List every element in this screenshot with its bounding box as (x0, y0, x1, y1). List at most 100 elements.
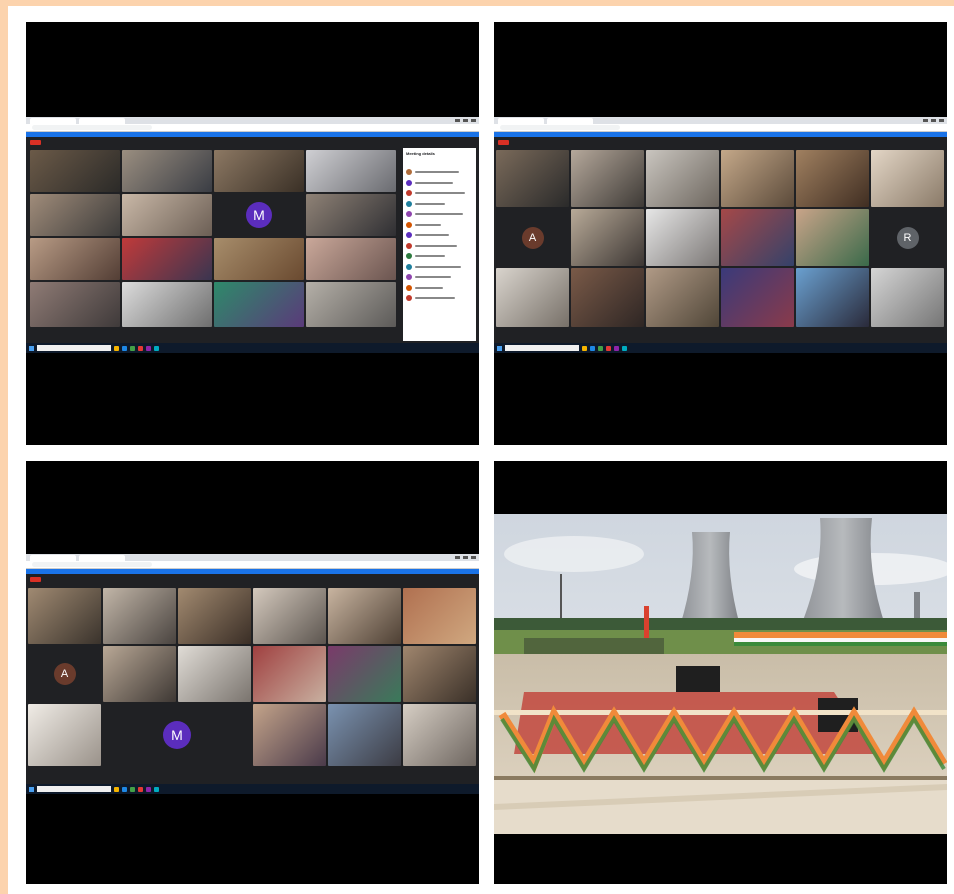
taskbar-app-icon[interactable] (154, 786, 159, 792)
video-tile[interactable] (328, 588, 401, 644)
windows-start-icon[interactable] (29, 345, 34, 351)
video-tile[interactable] (796, 268, 869, 327)
video-tile[interactable] (122, 150, 212, 192)
video-tile[interactable] (214, 238, 304, 280)
url-field[interactable] (32, 562, 152, 567)
video-tile[interactable] (403, 704, 476, 766)
address-bar[interactable] (26, 561, 479, 569)
video-tile[interactable] (306, 238, 396, 280)
taskbar-app-icon[interactable] (130, 345, 135, 351)
participant-row[interactable] (406, 283, 473, 294)
video-tile[interactable] (403, 588, 476, 644)
video-tile[interactable] (646, 150, 719, 207)
video-tile[interactable]: A (496, 209, 569, 266)
url-field[interactable] (32, 125, 152, 130)
windows-start-icon[interactable] (497, 345, 502, 351)
video-tile[interactable] (253, 646, 326, 702)
video-tile[interactable] (30, 282, 120, 327)
taskbar-app-icon[interactable] (590, 345, 595, 351)
video-tile[interactable] (328, 704, 401, 766)
windows-start-icon[interactable] (29, 786, 34, 792)
video-tile[interactable] (103, 646, 176, 702)
video-tile[interactable] (646, 268, 719, 327)
video-tile[interactable] (214, 282, 304, 327)
video-tile[interactable] (253, 588, 326, 644)
taskbar-app-icon[interactable] (146, 345, 151, 351)
video-tile[interactable] (30, 150, 120, 192)
record-icon[interactable] (30, 140, 41, 145)
browser-tab[interactable] (498, 117, 544, 124)
taskbar-app-icon[interactable] (622, 345, 627, 351)
video-tile[interactable]: R (871, 209, 944, 266)
record-icon[interactable] (30, 577, 41, 582)
participant-row[interactable] (406, 199, 473, 210)
video-tile[interactable] (721, 268, 794, 327)
taskbar-app-icon[interactable] (146, 786, 151, 792)
video-tile[interactable] (571, 150, 644, 207)
taskbar-search[interactable] (37, 345, 111, 351)
video-tile[interactable] (721, 209, 794, 266)
video-tile[interactable] (28, 704, 101, 766)
url-field[interactable] (500, 125, 620, 130)
video-tile[interactable] (328, 646, 401, 702)
taskbar-app-icon[interactable] (154, 345, 159, 351)
video-tile[interactable] (306, 150, 396, 192)
video-tile[interactable] (871, 268, 944, 327)
video-tile[interactable] (253, 704, 326, 766)
participant-row[interactable] (406, 293, 473, 304)
window-controls[interactable] (455, 556, 479, 559)
video-tile[interactable] (30, 194, 120, 236)
video-tile[interactable] (646, 209, 719, 266)
sidebar-tabs[interactable] (406, 159, 473, 167)
participant-row[interactable] (406, 251, 473, 262)
window-controls[interactable] (455, 119, 479, 122)
address-bar[interactable] (494, 124, 947, 132)
browser-tab[interactable] (30, 117, 76, 124)
taskbar-app-icon[interactable] (606, 345, 611, 351)
taskbar-app-icon[interactable] (138, 345, 143, 351)
taskbar-app-icon[interactable] (598, 345, 603, 351)
address-bar[interactable] (26, 124, 479, 132)
video-tile[interactable] (122, 238, 212, 280)
participant-row[interactable] (406, 220, 473, 231)
taskbar-app-icon[interactable] (138, 786, 143, 792)
browser-tab[interactable] (79, 554, 125, 561)
browser-tab[interactable] (30, 554, 76, 561)
participant-row[interactable] (406, 272, 473, 283)
taskbar-search[interactable] (505, 345, 579, 351)
video-tile[interactable] (30, 238, 120, 280)
browser-tab[interactable] (547, 117, 593, 124)
video-tile[interactable] (721, 150, 794, 207)
participant-row[interactable] (406, 178, 473, 189)
record-icon[interactable] (498, 140, 509, 145)
video-tile[interactable] (178, 646, 251, 702)
taskbar-app-icon[interactable] (614, 345, 619, 351)
taskbar-app-icon[interactable] (122, 786, 127, 792)
video-tile[interactable] (214, 150, 304, 192)
taskbar-app-icon[interactable] (114, 345, 119, 351)
video-tile[interactable] (571, 268, 644, 327)
video-tile[interactable]: A (28, 646, 101, 702)
taskbar-search[interactable] (37, 786, 111, 792)
video-tile[interactable] (496, 268, 569, 327)
video-tile[interactable] (306, 282, 396, 327)
video-tile[interactable] (871, 150, 944, 207)
video-tile[interactable]: M (103, 704, 251, 766)
taskbar-app-icon[interactable] (122, 345, 127, 351)
video-tile[interactable] (571, 209, 644, 266)
participant-row[interactable] (406, 230, 473, 241)
participant-row[interactable] (406, 167, 473, 178)
participant-row[interactable] (406, 241, 473, 252)
video-tile[interactable] (306, 194, 396, 236)
taskbar-app-icon[interactable] (582, 345, 587, 351)
video-tile[interactable] (403, 646, 476, 702)
video-tile[interactable] (28, 588, 101, 644)
video-tile[interactable] (122, 282, 212, 327)
video-tile[interactable] (796, 209, 869, 266)
participant-row[interactable] (406, 209, 473, 220)
video-tile[interactable] (122, 194, 212, 236)
participant-row[interactable] (406, 188, 473, 199)
video-tile[interactable] (103, 588, 176, 644)
taskbar-app-icon[interactable] (114, 786, 119, 792)
window-controls[interactable] (923, 119, 947, 122)
